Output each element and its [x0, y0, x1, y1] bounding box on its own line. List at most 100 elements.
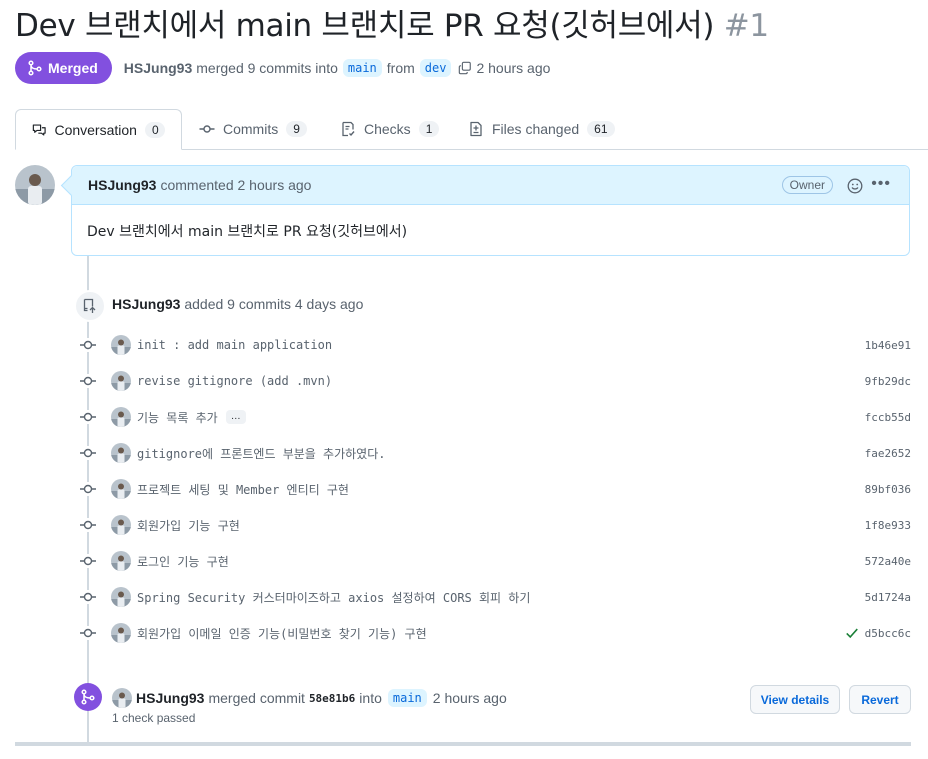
comment-action: commented 2 hours ago: [160, 177, 312, 193]
commit-row: 기능 목록 추가 … fccb55d: [79, 405, 911, 429]
commit-message[interactable]: gitignore에 프론트엔드 부분을 추가하였다.: [137, 445, 385, 462]
owner-badge: Owner: [781, 176, 833, 194]
commit-row: init : add main application 1b46e91: [79, 333, 911, 357]
merge-time: 2 hours ago: [432, 690, 507, 706]
commit-message[interactable]: Spring Security 커스터마이즈하고 axios 설정하여 CORS…: [137, 589, 530, 606]
comment-header: HSJung93 commented 2 hours ago Owner •••: [72, 166, 909, 205]
commit-row: 프로젝트 세팅 및 Member 엔티티 구현 89bf036: [79, 477, 911, 501]
commits-event-text: added 9 commits 4 days ago: [184, 296, 364, 312]
tab-checks[interactable]: Checks 1: [324, 109, 455, 149]
pr-time: 2 hours ago: [476, 60, 551, 76]
git-merge-icon: [28, 60, 42, 76]
tab-label: Conversation: [54, 121, 137, 138]
tab-files-changed[interactable]: Files changed 61: [452, 109, 631, 149]
comment-box: HSJung93 commented 2 hours ago Owner •••…: [60, 165, 910, 256]
avatar[interactable]: [111, 371, 131, 391]
merge-event: HSJung93 merged commit 58e81b6 into main…: [112, 688, 507, 708]
state-badge: Merged: [15, 52, 112, 84]
smiley-icon[interactable]: [847, 178, 863, 194]
tab-counter: 61: [587, 121, 615, 137]
git-commit-icon: [79, 518, 97, 532]
commit-sha[interactable]: fccb55d: [865, 411, 911, 424]
git-commit-icon: [79, 446, 97, 460]
timeline-end-divider: [15, 742, 911, 746]
pr-number: #1: [723, 8, 769, 44]
commit-row: 로그인 기능 구현 572a40e: [79, 549, 911, 573]
commit-sha[interactable]: fae2652: [865, 447, 911, 460]
head-branch[interactable]: dev: [419, 59, 452, 77]
avatar[interactable]: [111, 587, 131, 607]
avatar[interactable]: [111, 335, 131, 355]
author-link[interactable]: HSJung93: [124, 60, 192, 76]
commit-row: 회원가입 기능 구현 1f8e933: [79, 513, 911, 537]
avatar[interactable]: [15, 165, 55, 205]
avatar[interactable]: [111, 515, 131, 535]
checks-passed[interactable]: 1 check passed: [112, 711, 195, 725]
commit-message[interactable]: revise gitignore (add .mvn): [137, 374, 332, 388]
git-commit-icon: [79, 482, 97, 496]
commit-message[interactable]: 프로젝트 세팅 및 Member 엔티티 구현: [137, 481, 349, 498]
merge-branch[interactable]: main: [387, 689, 427, 707]
commit-message[interactable]: 기능 목록 추가: [137, 409, 218, 426]
git-commit-icon: [79, 374, 97, 388]
avatar[interactable]: [111, 407, 131, 427]
tab-label: Commits: [223, 121, 279, 137]
repo-push-icon: [74, 290, 106, 322]
avatar[interactable]: [111, 551, 131, 571]
commits-event-author[interactable]: HSJung93: [112, 296, 180, 312]
commit-sha[interactable]: 89bf036: [865, 483, 911, 496]
commit-sha[interactable]: 9fb29dc: [865, 375, 911, 388]
base-branch[interactable]: main: [342, 59, 382, 77]
pr-title: Dev 브랜치에서 main 브랜치로 PR 요청(깃허브에서) #1: [15, 6, 769, 46]
comment-discussion-icon: [32, 123, 46, 136]
view-details-button[interactable]: View details: [750, 685, 840, 714]
git-commit-icon: [79, 590, 97, 604]
tab-commits[interactable]: Commits 9: [183, 109, 323, 149]
commit-sha[interactable]: 1b46e91: [865, 339, 911, 352]
git-commit-icon: [79, 554, 97, 568]
merge-text: merged commit: [208, 690, 305, 706]
tab-conversation[interactable]: Conversation 0: [15, 109, 182, 150]
tab-counter: 9: [286, 121, 307, 137]
commit-sha[interactable]: d5bcc6c: [865, 627, 911, 640]
git-commit-icon: [79, 410, 97, 424]
merge-into-text: into: [359, 690, 382, 706]
from-text: from: [386, 60, 415, 76]
commits-event-header: HSJung93 added 9 commits 4 days ago: [112, 296, 363, 312]
commit-sha[interactable]: 1f8e933: [865, 519, 911, 532]
commit-message[interactable]: 회원가입 기능 구현: [137, 517, 240, 534]
commit-sha[interactable]: 5d1724a: [865, 591, 911, 604]
state-label: Merged: [48, 60, 98, 76]
commit-sha[interactable]: 572a40e: [865, 555, 911, 568]
tab-counter: 0: [144, 121, 165, 138]
commit-row: revise gitignore (add .mvn) 9fb29dc: [79, 369, 911, 393]
checklist-icon: [342, 121, 355, 137]
tab-counter: 1: [418, 121, 440, 137]
commit-row: Spring Security 커스터마이즈하고 axios 설정하여 CORS…: [79, 585, 911, 609]
commit-row: 회원가입 이메일 인증 기능(비밀번호 찾기 기능) 구현 d5bcc6c: [79, 621, 911, 645]
git-merge-icon: [74, 683, 102, 711]
avatar[interactable]: [111, 479, 131, 499]
comment-author[interactable]: HSJung93: [88, 177, 156, 193]
revert-button[interactable]: Revert: [849, 685, 911, 714]
commit-message[interactable]: 로그인 기능 구현: [137, 553, 229, 570]
tab-label: Files changed: [492, 121, 580, 137]
merge-author[interactable]: HSJung93: [136, 690, 204, 706]
pr-meta: Merged HSJung93 merged 9 commits into ma…: [15, 52, 550, 84]
avatar[interactable]: [111, 623, 131, 643]
git-commit-icon: [79, 626, 97, 640]
commit-message[interactable]: init : add main application: [137, 338, 332, 352]
git-commit-icon: [79, 338, 97, 352]
check-icon: [846, 628, 858, 639]
commit-message[interactable]: 회원가입 이메일 인증 기능(비밀번호 찾기 기능) 구현: [137, 625, 427, 642]
file-diff-icon: [470, 121, 482, 137]
kebab-horizontal-icon[interactable]: •••: [871, 175, 891, 193]
commit-row: gitignore에 프론트엔드 부분을 추가하였다. fae2652: [79, 441, 911, 465]
tab-label: Checks: [364, 121, 411, 137]
expand-message-button[interactable]: …: [225, 410, 246, 424]
copy-icon[interactable]: [458, 61, 472, 75]
pr-title-text: Dev 브랜치에서 main 브랜치로 PR 요청(깃허브에서): [15, 8, 715, 44]
merge-commit-sha[interactable]: 58e81b6: [309, 692, 355, 705]
avatar[interactable]: [111, 443, 131, 463]
avatar[interactable]: [112, 688, 132, 708]
